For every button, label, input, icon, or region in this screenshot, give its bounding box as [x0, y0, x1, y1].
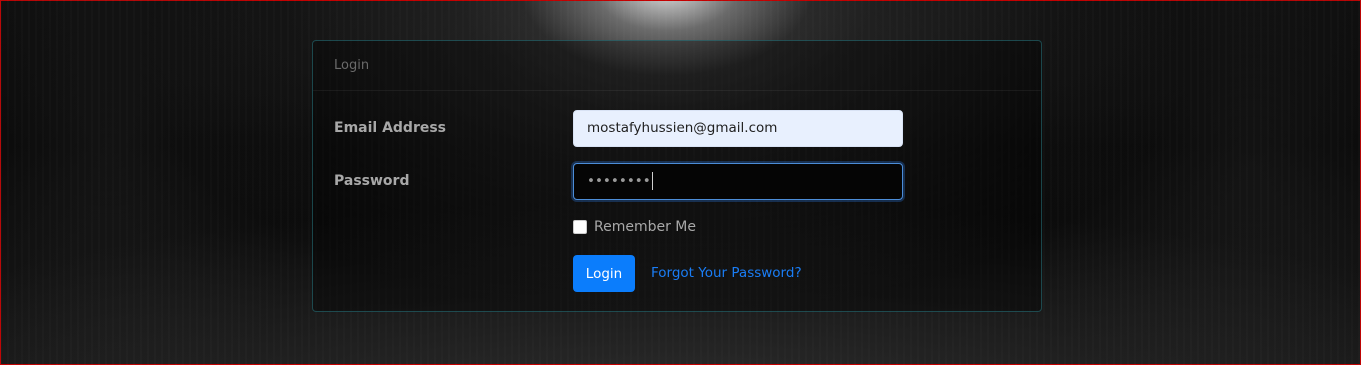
email-field[interactable]: mostafyhussien@gmail.com — [573, 110, 903, 147]
password-field[interactable]: •••••••• — [573, 163, 903, 200]
login-button[interactable]: Login — [573, 255, 635, 292]
remember-checkbox[interactable] — [573, 220, 587, 234]
text-caret — [651, 172, 653, 190]
email-value: mostafyhussien@gmail.com — [587, 120, 778, 136]
forgot-password-link[interactable]: Forgot Your Password? — [651, 265, 802, 281]
password-value: •••••••• — [587, 173, 651, 189]
remember-label[interactable]: Remember Me — [594, 219, 696, 235]
remember-me[interactable]: Remember Me — [573, 219, 696, 235]
email-label: Email Address — [334, 120, 447, 136]
password-label: Password — [334, 173, 410, 189]
card-header: Login — [313, 41, 1041, 91]
login-card: Login Email Address mostafyhussien@gmail… — [312, 40, 1042, 312]
